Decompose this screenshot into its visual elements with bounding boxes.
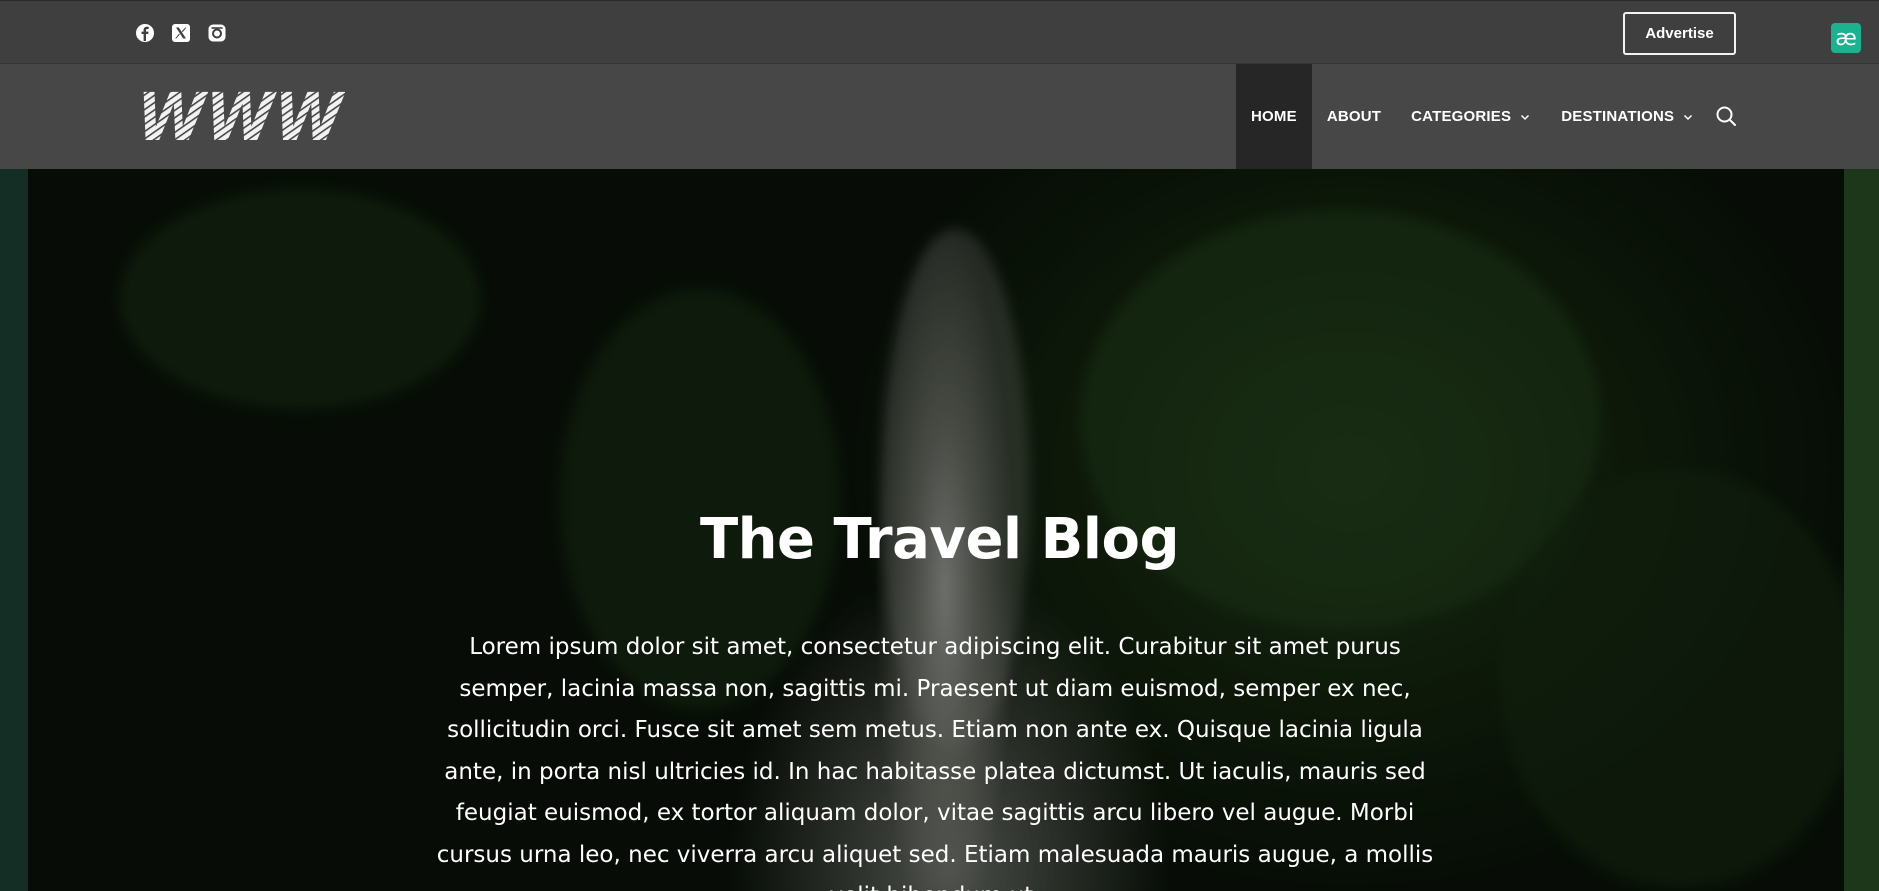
nav-categories[interactable]: CATEGORIES: [1396, 64, 1546, 169]
hero-title: The Travel Blog: [699, 507, 1180, 572]
nav-categories-label: CATEGORIES: [1411, 108, 1512, 125]
nav-destinations[interactable]: DESTINATIONS: [1546, 64, 1709, 169]
browser-extension-icon[interactable]: æ: [1831, 23, 1861, 53]
search-icon[interactable]: [1714, 104, 1738, 128]
advertise-button[interactable]: Advertise: [1623, 12, 1736, 55]
nav-about-label: ABOUT: [1326, 108, 1382, 125]
main-header: WWW HOME ABOUT CATEGORIES DESTINATIONS: [0, 64, 1879, 169]
nav-about[interactable]: ABOUT: [1312, 64, 1396, 169]
top-bar: Advertise æ: [0, 0, 1879, 64]
nav-destinations-label: DESTINATIONS: [1561, 108, 1675, 125]
facebook-icon[interactable]: [135, 23, 155, 43]
nav-home[interactable]: HOME: [1236, 64, 1312, 169]
instagram-icon[interactable]: [207, 23, 227, 43]
nav-home-label: HOME: [1251, 108, 1297, 125]
logo-text: WWW: [137, 86, 345, 146]
x-twitter-icon[interactable]: [171, 23, 191, 43]
chevron-down-icon: [1684, 114, 1693, 120]
hero-description: Lorem ipsum dolor sit amet, consectetur …: [436, 634, 1434, 891]
hero-section: The Travel Blog Lorem ipsum dolor sit am…: [0, 169, 1879, 891]
chevron-down-icon: [1521, 114, 1530, 120]
primary-nav: HOME ABOUT CATEGORIES DESTINATIONS: [1236, 64, 1709, 169]
site-logo[interactable]: WWW: [135, 86, 345, 146]
social-links: [135, 23, 227, 43]
